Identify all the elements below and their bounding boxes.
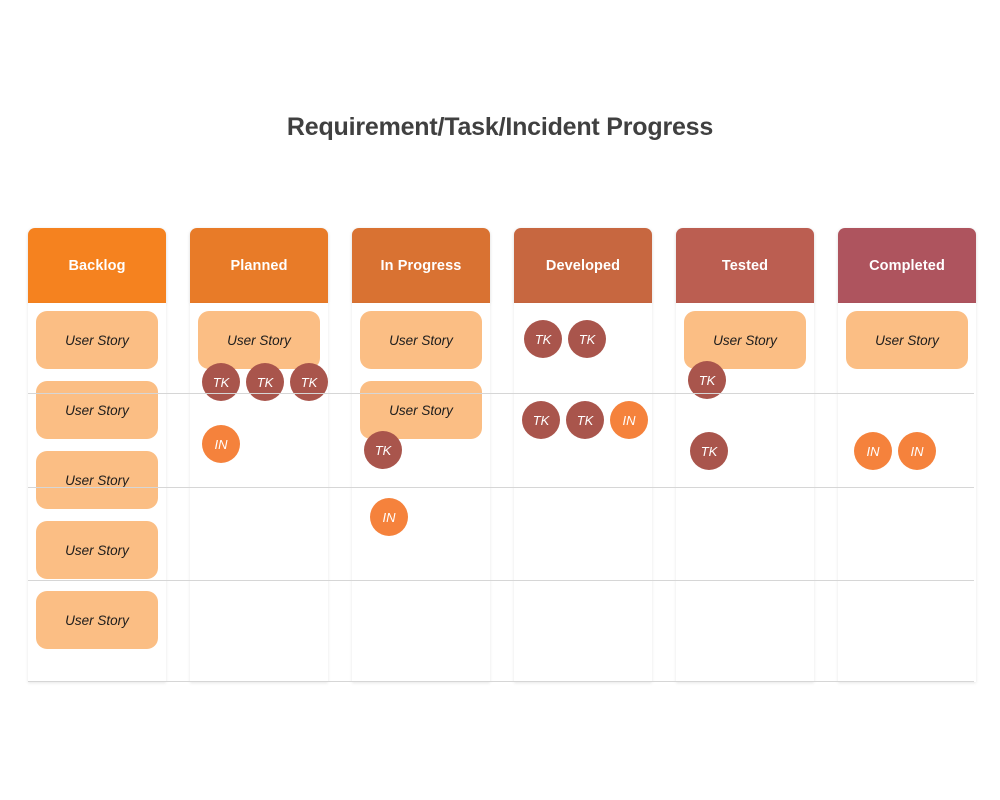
task-chip[interactable]: TK bbox=[566, 401, 604, 439]
story-card[interactable]: User Story bbox=[36, 311, 158, 369]
kanban-board: Backlog User Story User Story User Story Use… bbox=[28, 228, 976, 682]
incident-chip[interactable]: IN bbox=[370, 498, 408, 536]
column-header-label: Planned bbox=[230, 257, 288, 274]
chip-label: IN bbox=[622, 412, 636, 428]
task-chip[interactable]: TK bbox=[690, 432, 728, 470]
story-card[interactable]: User Story bbox=[360, 381, 482, 439]
story-card-label: User Story bbox=[875, 332, 939, 348]
page-title: Requirement/Task/Incident Progress bbox=[286, 113, 714, 141]
story-card[interactable]: User Story bbox=[36, 521, 158, 579]
column-body-developed: TK TK TK TK IN bbox=[514, 303, 652, 682]
incident-chip[interactable]: IN bbox=[610, 401, 648, 439]
column-header-label: Tested bbox=[721, 257, 769, 274]
story-card[interactable]: User Story bbox=[198, 311, 320, 369]
story-card-label: User Story bbox=[227, 332, 291, 348]
kanban-column-backlog: Backlog User Story User Story User Story Use… bbox=[28, 228, 166, 682]
chip-label: TK bbox=[578, 331, 596, 347]
column-body-completed: User Story IN IN bbox=[838, 303, 976, 682]
incident-chip[interactable]: IN bbox=[202, 425, 240, 463]
column-header-label: Developed bbox=[545, 257, 621, 274]
story-card-label: User Story bbox=[389, 332, 453, 348]
chip-label: TK bbox=[698, 372, 716, 388]
chip-label: TK bbox=[256, 374, 274, 390]
chip-label: IN bbox=[214, 436, 228, 452]
task-chip[interactable]: TK bbox=[290, 363, 328, 401]
story-card[interactable]: User Story bbox=[36, 451, 158, 509]
column-header-label: In Progress bbox=[380, 257, 462, 274]
chip-label: TK bbox=[576, 412, 594, 428]
incident-chip[interactable]: IN bbox=[898, 432, 936, 470]
chip-label: TK bbox=[300, 374, 318, 390]
chip-label: IN bbox=[382, 509, 396, 525]
chip-label: IN bbox=[910, 443, 924, 459]
story-card-label: User Story bbox=[65, 542, 129, 558]
story-card-label: User Story bbox=[65, 472, 129, 488]
task-chip[interactable]: TK bbox=[364, 431, 402, 469]
column-header-tested[interactable]: Tested bbox=[676, 228, 814, 303]
column-header-developed[interactable]: Developed bbox=[514, 228, 652, 303]
task-chip[interactable]: TK bbox=[246, 363, 284, 401]
column-header-backlog[interactable]: Backlog bbox=[28, 228, 166, 303]
story-card-label: User Story bbox=[65, 332, 129, 348]
task-chip[interactable]: TK bbox=[568, 320, 606, 358]
chip-label: TK bbox=[700, 443, 718, 459]
story-card-label: User Story bbox=[713, 332, 777, 348]
incident-chip[interactable]: IN bbox=[854, 432, 892, 470]
column-body-in-progress: User Story User Story TK IN bbox=[352, 303, 490, 682]
kanban-column-completed: Completed User Story IN IN bbox=[838, 228, 976, 682]
story-card[interactable]: User Story bbox=[846, 311, 968, 369]
chip-label: TK bbox=[212, 374, 230, 390]
task-chip[interactable]: TK bbox=[202, 363, 240, 401]
chip-label: TK bbox=[374, 442, 392, 458]
column-body-planned: User Story TK TK TK IN bbox=[190, 303, 328, 682]
story-card[interactable]: User Story bbox=[684, 311, 806, 369]
chip-label: TK bbox=[532, 412, 550, 428]
chip-label: IN bbox=[866, 443, 880, 459]
row-gridline bbox=[28, 580, 974, 581]
column-header-label: Backlog bbox=[68, 257, 126, 274]
column-header-planned[interactable]: Planned bbox=[190, 228, 328, 303]
column-header-completed[interactable]: Completed bbox=[838, 228, 976, 303]
column-body-backlog: User Story User Story User Story User Story… bbox=[28, 303, 166, 682]
kanban-column-tested: Tested User Story TK TK bbox=[676, 228, 814, 682]
task-chip[interactable]: TK bbox=[524, 320, 562, 358]
story-card[interactable]: User Story bbox=[36, 591, 158, 649]
story-card-label: User Story bbox=[65, 612, 129, 628]
chip-label: TK bbox=[534, 331, 552, 347]
column-header-in-progress[interactable]: In Progress bbox=[352, 228, 490, 303]
row-gridline bbox=[28, 393, 974, 394]
kanban-column-in-progress: In Progress User Story User Story TK IN bbox=[352, 228, 490, 682]
story-card-label: User Story bbox=[389, 402, 453, 418]
task-chip[interactable]: TK bbox=[522, 401, 560, 439]
row-gridline bbox=[28, 681, 974, 682]
story-card-label: User Story bbox=[65, 402, 129, 418]
story-card[interactable]: User Story bbox=[36, 381, 158, 439]
column-body-tested: User Story TK TK bbox=[676, 303, 814, 682]
kanban-column-planned: Planned User Story TK TK TK IN bbox=[190, 228, 328, 682]
story-card[interactable]: User Story bbox=[360, 311, 482, 369]
column-header-label: Completed bbox=[869, 257, 945, 274]
row-gridline bbox=[28, 487, 974, 488]
kanban-column-developed: Developed TK TK TK TK IN bbox=[514, 228, 652, 682]
